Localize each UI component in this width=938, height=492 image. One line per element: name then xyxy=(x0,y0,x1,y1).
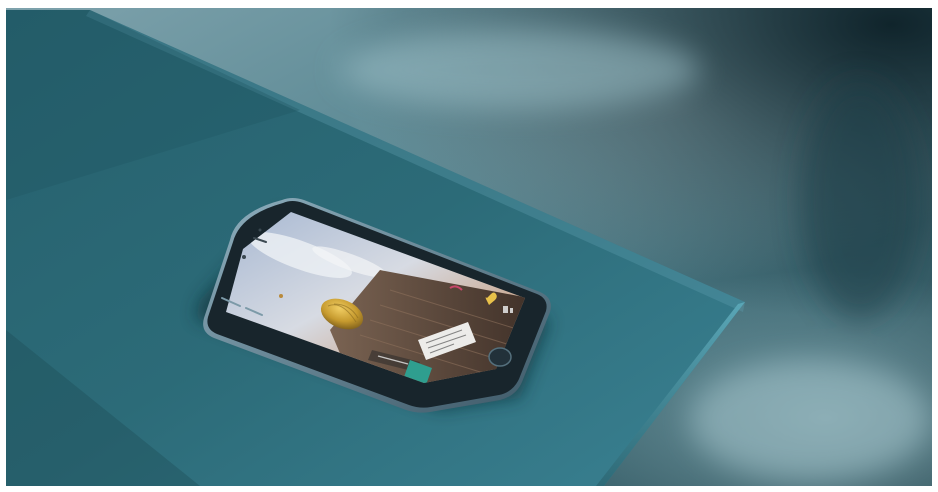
scene xyxy=(0,0,938,492)
camera-icon xyxy=(242,255,246,259)
home-button-icon xyxy=(488,347,512,367)
photo-frame xyxy=(0,0,938,492)
